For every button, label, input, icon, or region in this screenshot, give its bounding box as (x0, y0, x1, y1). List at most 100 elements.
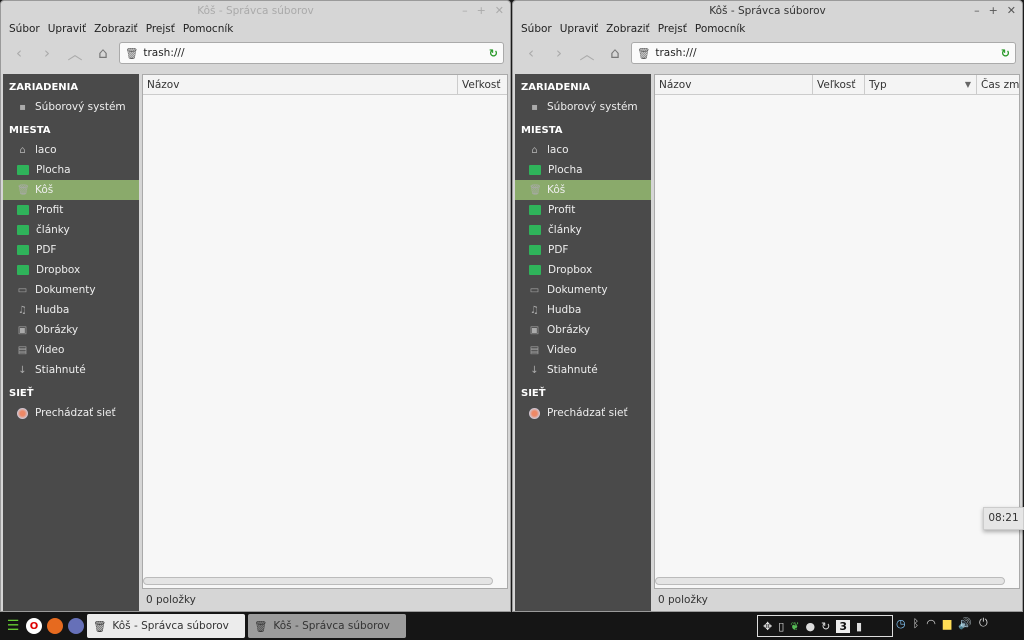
bluetooth-icon[interactable]: ᛒ (913, 617, 920, 630)
horizontal-scrollbar[interactable] (655, 577, 1005, 585)
column-header[interactable]: Typ ▼ (865, 75, 977, 94)
file-list[interactable]: NázovVeľkosťTyp▼Čas zmeny (654, 74, 1020, 589)
task-button[interactable]: 🗑 Kôš - Správca súborov (87, 614, 245, 638)
folder-icon (529, 245, 541, 255)
battery-icon[interactable]: ▮ (856, 620, 862, 633)
folder-icon (17, 245, 29, 255)
sidebar-item[interactable]: ↓ Stiahnuté (515, 360, 651, 380)
sidebar-item[interactable]: ▣ Obrázky (515, 320, 651, 340)
sync-icon[interactable]: ↻ (821, 620, 830, 633)
reload-icon[interactable]: ↻ (489, 47, 498, 60)
volume-icon[interactable]: 🔊 (958, 617, 972, 630)
column-header[interactable]: Čas zmeny (977, 75, 1019, 94)
notes-icon[interactable]: ▆ (943, 617, 951, 630)
firefox-icon[interactable] (47, 618, 63, 634)
home-icon: ⌂ (19, 144, 26, 156)
location-input[interactable]: trash:/// (143, 47, 483, 59)
sidebar-item[interactable]: Plocha (3, 160, 139, 180)
sidebar-item[interactable]: články (3, 220, 139, 240)
forward-button[interactable]: › (547, 44, 571, 62)
back-button[interactable]: ‹ (7, 44, 31, 62)
home-button[interactable]: ⌂ (603, 44, 627, 62)
minimize-button[interactable]: – (462, 1, 468, 21)
menu-icon[interactable]: ☰ (5, 618, 21, 634)
sidebar-item[interactable]: 🗑 Kôš (3, 180, 139, 200)
sidebar-item[interactable]: Profit (515, 200, 651, 220)
menu-item[interactable]: Zobraziť (602, 21, 654, 38)
sidebar-item[interactable]: Plocha (515, 160, 651, 180)
menu-item[interactable]: Upraviť (44, 21, 90, 38)
location-input[interactable]: trash:/// (655, 47, 995, 59)
file-list[interactable]: Názov Veľkosť (142, 74, 508, 589)
sidebar-item[interactable]: ▭ Dokumenty (3, 280, 139, 300)
clock-icon[interactable]: ◷ (896, 617, 906, 630)
sidebar-item[interactable]: Prechádzať sieť (515, 403, 651, 423)
column-header[interactable]: Veľkosť (458, 75, 507, 94)
menu-item[interactable]: Prejsť (142, 21, 179, 38)
sidebar-item[interactable]: Dropbox (3, 260, 139, 280)
sidebar-item[interactable]: ♫ Hudba (515, 300, 651, 320)
up-button[interactable]: ︿ (575, 43, 599, 64)
column-header[interactable]: Názov (143, 75, 458, 94)
wifi-icon[interactable]: ◠ (926, 617, 936, 630)
clipboard-icon[interactable]: ▯ (778, 620, 784, 633)
minimize-button[interactable]: – (974, 1, 980, 21)
menu-item[interactable]: Súbor (5, 21, 44, 38)
sidebar-item[interactable]: Dropbox (515, 260, 651, 280)
menu-item[interactable]: Prejsť (654, 21, 691, 38)
opera-icon[interactable]: O (26, 618, 42, 634)
maximize-button[interactable]: + (477, 1, 486, 21)
title-bar[interactable]: Kôš - Správca súborov – + ✕ (513, 1, 1022, 21)
sidebar-item[interactable]: ⌂ laco (515, 140, 651, 160)
documents-icon: ▭ (529, 284, 540, 296)
sidebar-item-label: Kôš (35, 184, 54, 196)
menu-bar: Súbor Upraviť Zobraziť Prejsť Pomocník (513, 21, 1022, 38)
power-icon[interactable]: ⏻ (979, 616, 988, 630)
leaf-icon[interactable]: ❦ (790, 620, 799, 633)
back-button[interactable]: ‹ (519, 44, 543, 62)
title-bar[interactable]: Kôš - Správca súborov – + ✕ (1, 1, 510, 21)
sidebar-item[interactable]: ▭ Dokumenty (515, 280, 651, 300)
sidebar-item[interactable]: ▤ Video (3, 340, 139, 360)
chat-icon[interactable]: ● (806, 620, 816, 633)
sidebar-item[interactable]: 🗑 Kôš (515, 180, 651, 200)
up-button[interactable]: ︿ (63, 43, 87, 64)
sidebar-item[interactable]: PDF (515, 240, 651, 260)
horizontal-scrollbar[interactable] (143, 577, 493, 585)
column-header[interactable]: Veľkosť (813, 75, 865, 94)
network-icon (17, 407, 28, 419)
menu-item[interactable]: Súbor (517, 21, 556, 38)
sidebar-item[interactable]: PDF (3, 240, 139, 260)
sidebar-item[interactable]: ⌂ laco (3, 140, 139, 160)
location-bar[interactable]: 🗑 trash:/// ↻ (119, 42, 504, 64)
file-manager-icon[interactable] (68, 618, 84, 634)
sidebar-item[interactable]: ▪ Súborový systém (515, 97, 651, 117)
sidebar-item[interactable]: články (515, 220, 651, 240)
column-header[interactable]: Názov (655, 75, 813, 94)
sidebar-item[interactable]: Prechádzať sieť (3, 403, 139, 423)
sidebar-item[interactable]: Profit (3, 200, 139, 220)
close-button[interactable]: ✕ (1007, 1, 1016, 21)
dropbox-icon[interactable]: ✥ (763, 620, 772, 633)
forward-button[interactable]: › (35, 44, 59, 62)
maximize-button[interactable]: + (989, 1, 998, 21)
sidebar-item[interactable]: ♫ Hudba (3, 300, 139, 320)
documents-icon: ▭ (17, 284, 28, 296)
folder-icon (529, 225, 541, 235)
close-button[interactable]: ✕ (495, 1, 504, 21)
task-button[interactable]: 🗑 Kôš - Správca súborov (248, 614, 406, 638)
menu-item[interactable]: Pomocník (179, 21, 237, 38)
folder-icon (17, 165, 29, 175)
reload-icon[interactable]: ↻ (1001, 47, 1010, 60)
sidebar-item-label: Profit (36, 204, 64, 216)
sidebar-item[interactable]: ▪ Súborový systém (3, 97, 139, 117)
menu-item[interactable]: Upraviť (556, 21, 602, 38)
menu-item[interactable]: Pomocník (691, 21, 749, 38)
menu-item[interactable]: Zobraziť (90, 21, 142, 38)
sidebar-item[interactable]: ↓ Stiahnuté (3, 360, 139, 380)
sidebar-item[interactable]: ▤ Video (515, 340, 651, 360)
home-button[interactable]: ⌂ (91, 44, 115, 62)
workspace-indicator[interactable]: 3 (836, 619, 850, 633)
sidebar-item[interactable]: ▣ Obrázky (3, 320, 139, 340)
location-bar[interactable]: 🗑 trash:/// ↻ (631, 42, 1016, 64)
